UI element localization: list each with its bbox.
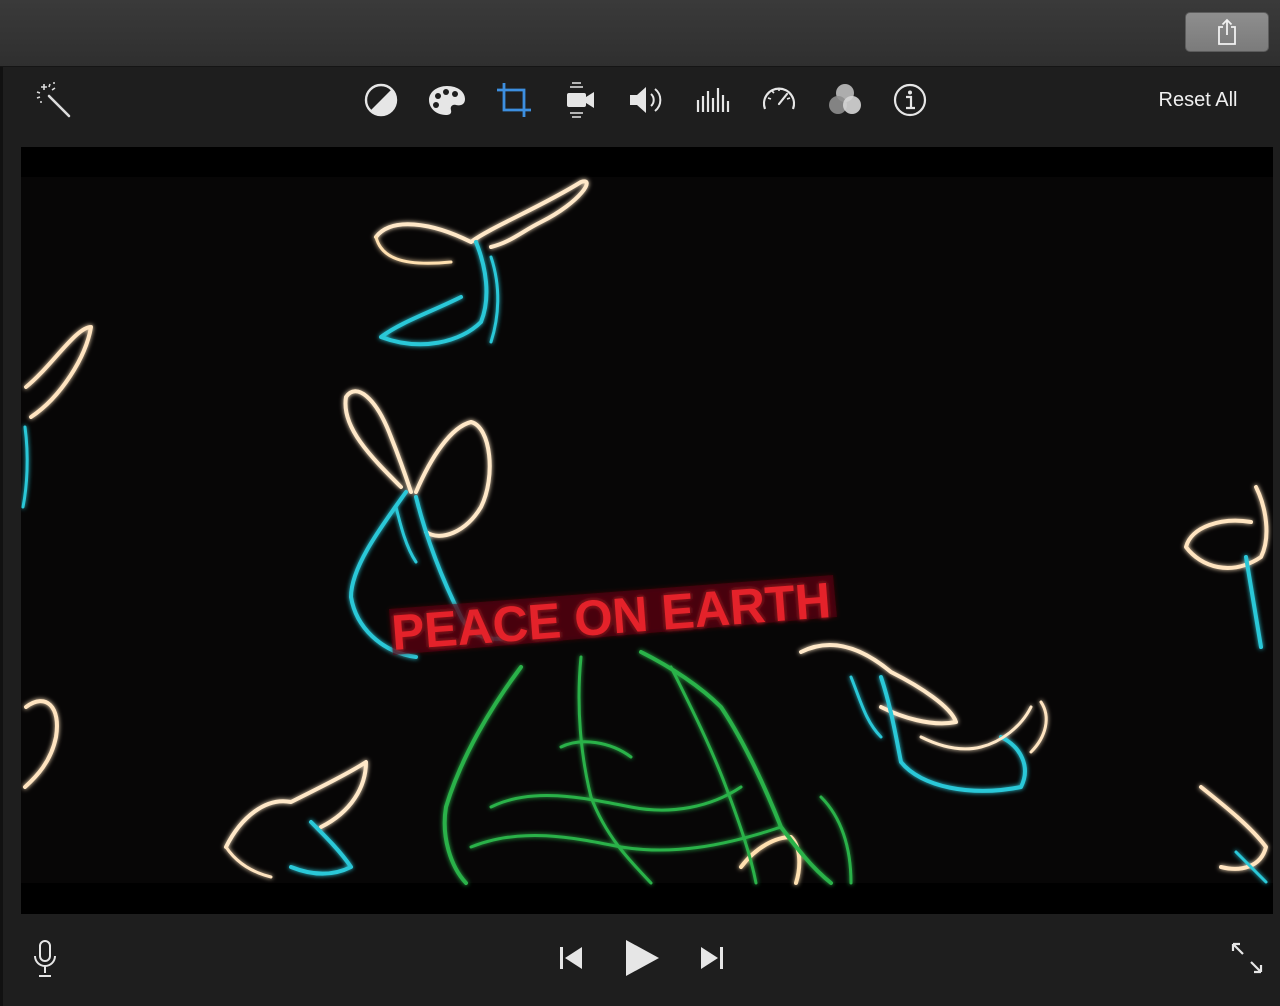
play-icon <box>626 940 659 976</box>
reset-all-button[interactable]: Reset All <box>1143 85 1253 115</box>
noise-eq-icon <box>696 88 730 112</box>
skip-forward-button[interactable] <box>692 938 732 978</box>
fullscreen-icon <box>1231 942 1263 974</box>
stabilization-icon <box>567 82 594 118</box>
color-correction-button[interactable] <box>427 80 467 120</box>
microphone-icon <box>34 940 56 977</box>
volume-icon <box>630 87 662 113</box>
clip-filter-button[interactable] <box>825 80 865 120</box>
playback-bar <box>3 914 1280 1006</box>
magic-wand-icon <box>36 82 71 118</box>
share-button[interactable] <box>1185 12 1269 52</box>
adjustments-toolbar: Reset All <box>3 67 1280 147</box>
stabilization-button[interactable] <box>560 80 600 120</box>
volume-button[interactable] <box>626 80 666 120</box>
noise-eq-button[interactable] <box>693 80 733 120</box>
color-correction-icon <box>429 86 465 115</box>
speed-button[interactable] <box>759 80 799 120</box>
skip-forward-icon <box>701 947 723 969</box>
info-button[interactable] <box>890 80 930 120</box>
crop-icon <box>497 83 531 117</box>
crop-button[interactable] <box>494 80 534 120</box>
play-button[interactable] <box>617 932 667 984</box>
voiceover-button[interactable] <box>25 934 65 984</box>
fullscreen-button[interactable] <box>1227 938 1267 978</box>
title-bar <box>0 0 1280 67</box>
enhance-button[interactable] <box>33 80 73 120</box>
color-balance-button[interactable] <box>361 80 401 120</box>
info-icon <box>893 83 927 117</box>
skip-back-button[interactable] <box>551 938 591 978</box>
video-frame-image: PEACE ON EARTH <box>21 147 1273 914</box>
share-icon <box>1218 18 1236 45</box>
video-viewer[interactable]: PEACE ON EARTH <box>21 147 1273 914</box>
speed-icon <box>762 87 796 110</box>
window-left-edge <box>0 67 3 1006</box>
color-balance-icon <box>364 83 398 117</box>
skip-back-icon <box>560 947 582 969</box>
clip-filter-icon <box>829 84 861 114</box>
